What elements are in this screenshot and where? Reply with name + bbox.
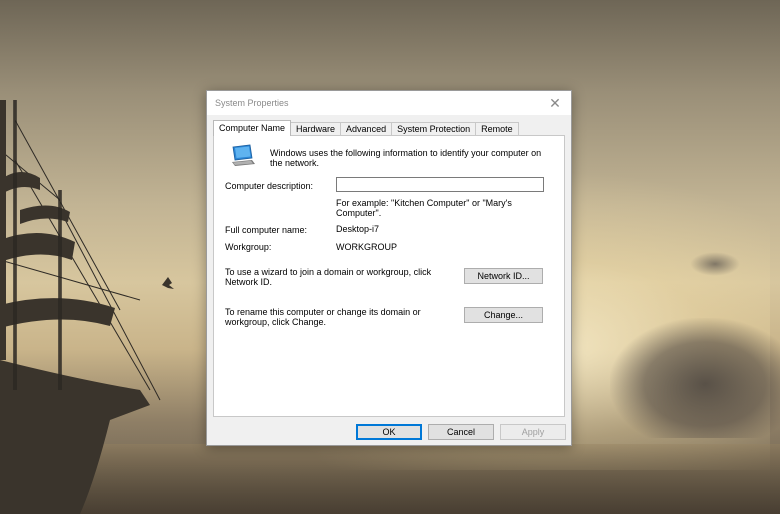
workgroup-value: WORKGROUP xyxy=(336,242,398,252)
close-button[interactable]: ✕ xyxy=(545,93,565,113)
tab-remote[interactable]: Remote xyxy=(475,122,519,136)
intro-text: Windows uses the following information t… xyxy=(270,148,542,168)
tab-system-protection[interactable]: System Protection xyxy=(391,122,477,136)
cloud xyxy=(610,318,780,438)
network-id-instructions: To use a wizard to join a domain or work… xyxy=(225,267,432,287)
network-id-button[interactable]: Network ID... xyxy=(464,268,543,284)
computer-icon xyxy=(232,144,255,166)
full-computer-name-label: Full computer name: xyxy=(225,225,308,235)
computer-description-label: Computer description: xyxy=(225,181,314,191)
cloud xyxy=(690,252,740,276)
computer-description-input[interactable] xyxy=(336,177,544,192)
ship-silhouette xyxy=(0,100,174,514)
tab-computer-name[interactable]: Computer Name xyxy=(213,120,292,136)
system-properties-dialog: System Properties ✕ Computer Name Hardwa… xyxy=(206,90,572,446)
window-title: System Properties xyxy=(215,98,289,108)
tab-advanced[interactable]: Advanced xyxy=(340,122,393,136)
tab-hardware[interactable]: Hardware xyxy=(290,122,342,136)
full-computer-name-value: Desktop-i7 xyxy=(336,224,380,234)
close-icon: ✕ xyxy=(549,95,561,111)
title-bar[interactable]: System Properties ✕ xyxy=(207,91,571,115)
change-instructions: To rename this computer or change its do… xyxy=(225,307,421,327)
ok-button[interactable]: OK xyxy=(356,424,422,440)
description-hint: For example: "Kitchen Computer" or "Mary… xyxy=(336,198,512,218)
computer-name-panel: Windows uses the following information t… xyxy=(213,135,565,417)
tab-bar: Computer Name Hardware Advanced System P… xyxy=(213,120,519,136)
workgroup-label: Workgroup: xyxy=(225,242,272,252)
change-button[interactable]: Change... xyxy=(464,307,543,323)
cancel-button[interactable]: Cancel xyxy=(428,424,494,440)
apply-button[interactable]: Apply xyxy=(500,424,566,440)
